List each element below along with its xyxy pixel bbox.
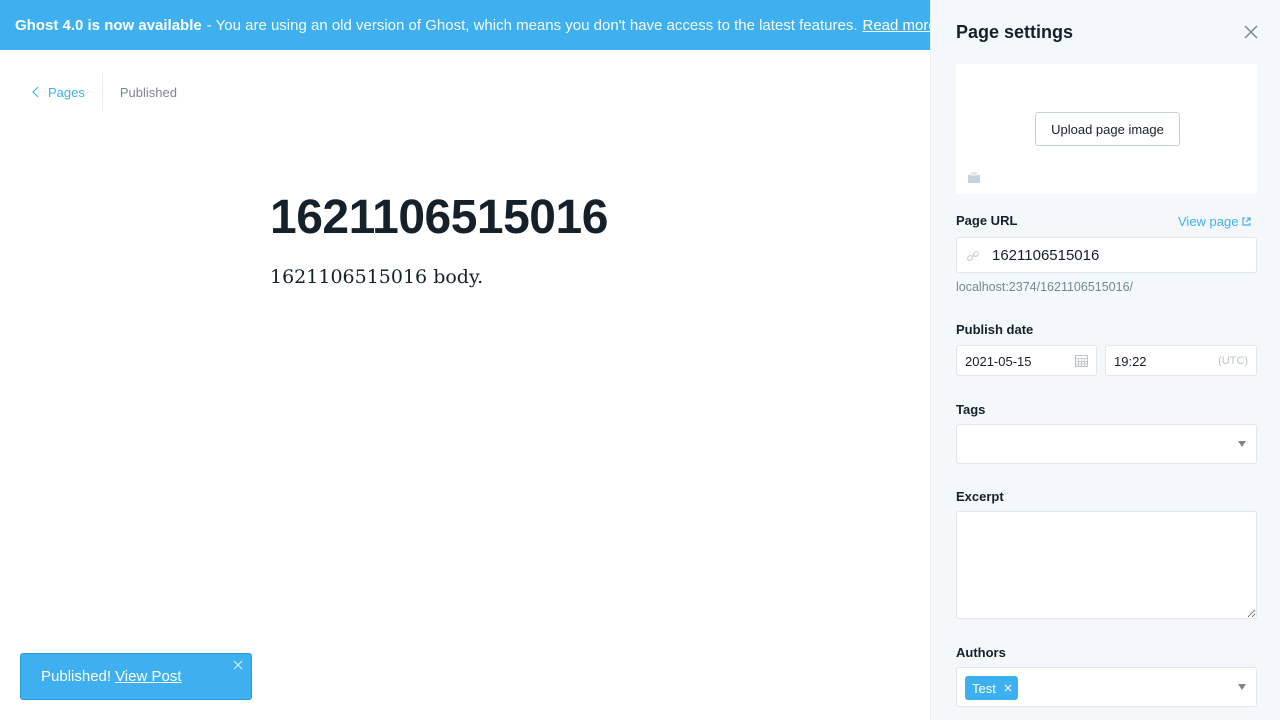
publish-date-label: Publish date xyxy=(956,322,1034,337)
editor-area: Pages Published 1621106515016 1621106515… xyxy=(0,50,930,720)
view-page-label: View page xyxy=(1178,214,1239,229)
page-url-input[interactable] xyxy=(992,246,1242,264)
close-icon[interactable] xyxy=(1243,24,1259,40)
publish-time-input[interactable] xyxy=(1114,354,1194,369)
banner-message: - You are using an old version of Ghost,… xyxy=(206,16,858,34)
publish-time-field: (UTC) xyxy=(1105,345,1257,376)
close-icon[interactable] xyxy=(233,660,243,670)
banner-read-more-link[interactable]: Read more! xyxy=(862,17,930,34)
authors-label: Authors xyxy=(956,645,1006,660)
back-to-pages-link[interactable]: Pages xyxy=(30,72,102,112)
post-body[interactable]: 1621106515016 body. xyxy=(270,266,483,288)
banner-headline: Ghost 4.0 is now available xyxy=(15,16,202,34)
excerpt-label: Excerpt xyxy=(956,489,1004,504)
post-title[interactable]: 1621106515016 xyxy=(270,190,608,245)
view-post-link[interactable]: View Post xyxy=(115,668,181,685)
page-settings-panel: Page settings Upload page image Page URL… xyxy=(930,0,1280,720)
upload-page-image-button[interactable]: Upload page image xyxy=(1035,112,1180,146)
page-image-uploader: Upload page image xyxy=(956,64,1257,194)
external-link-icon xyxy=(1242,217,1252,226)
panel-title: Page settings xyxy=(956,22,1074,42)
view-page-link[interactable]: View page xyxy=(1178,214,1252,229)
toast-message: Published! xyxy=(41,668,112,685)
link-icon xyxy=(967,251,979,261)
author-name: Test xyxy=(972,680,996,696)
chevron-down-icon xyxy=(1238,684,1246,690)
image-icon xyxy=(968,172,980,183)
page-url-label: Page URL xyxy=(956,213,1018,228)
back-link-label: Pages xyxy=(48,84,85,100)
authors-select[interactable]: Test xyxy=(956,667,1257,707)
page-url-preview: localhost:2374/1621106515016/ xyxy=(956,280,1134,294)
tags-label: Tags xyxy=(956,402,986,417)
close-icon[interactable] xyxy=(1004,684,1012,692)
chevron-left-icon xyxy=(32,86,39,98)
publish-date-field xyxy=(956,345,1097,376)
timezone-label: (UTC) xyxy=(1218,355,1248,367)
tags-select[interactable] xyxy=(956,424,1257,464)
published-toast: Published! View Post xyxy=(20,653,252,700)
calendar-icon[interactable] xyxy=(1075,354,1088,367)
excerpt-textarea[interactable] xyxy=(956,511,1257,619)
update-banner: Ghost 4.0 is now available - You are usi… xyxy=(0,0,930,50)
post-status: Published xyxy=(119,84,177,100)
page-url-field xyxy=(956,237,1257,273)
chevron-down-icon xyxy=(1238,441,1246,447)
editor-header: Pages Published xyxy=(30,72,177,112)
publish-date-input[interactable] xyxy=(965,354,1065,369)
author-token[interactable]: Test xyxy=(965,676,1018,700)
